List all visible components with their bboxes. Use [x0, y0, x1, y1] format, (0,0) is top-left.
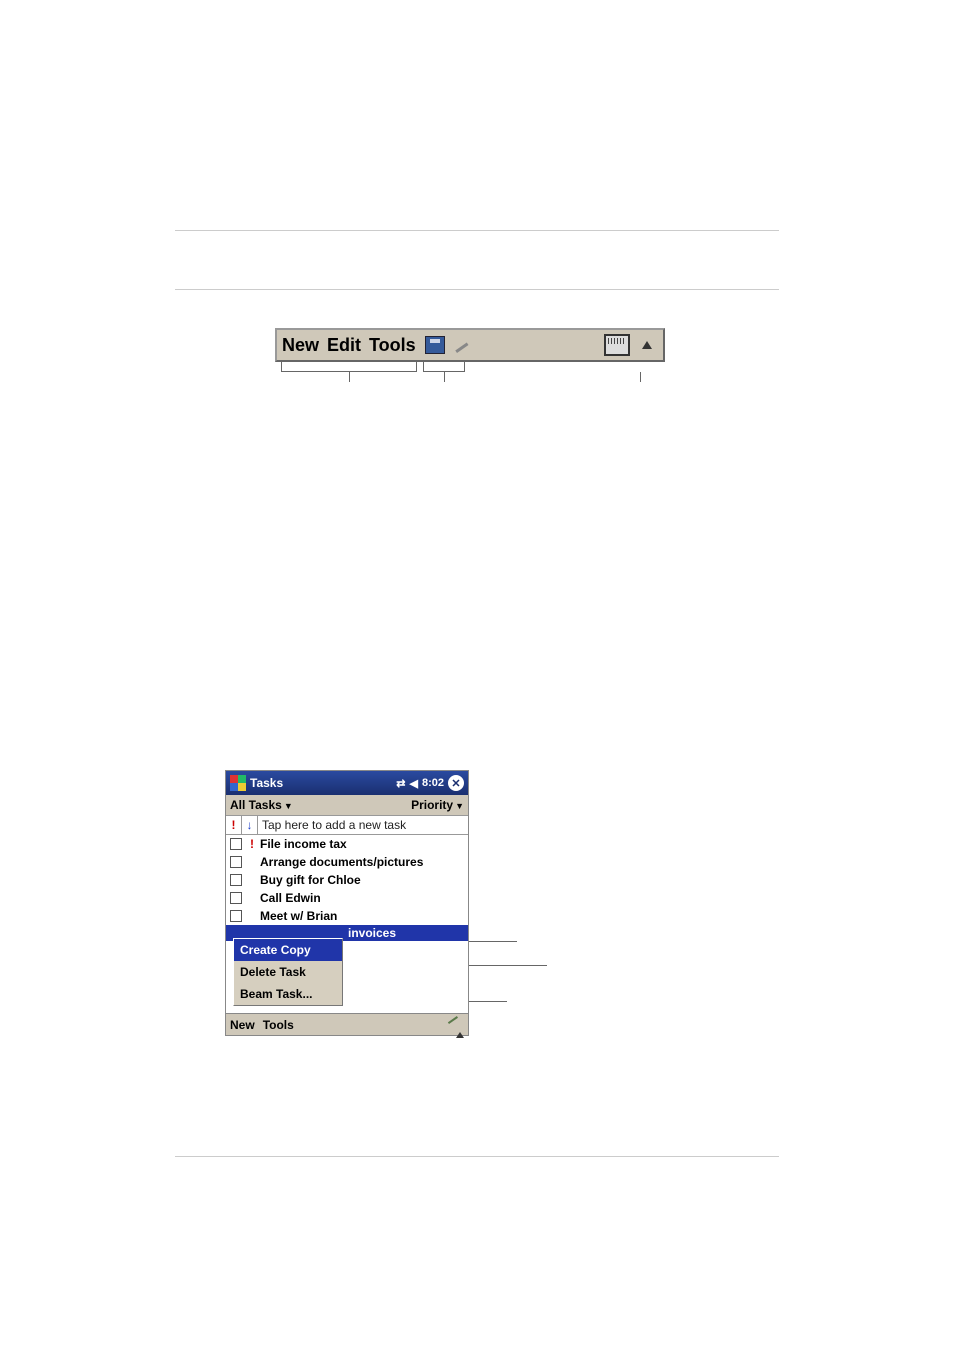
task-row[interactable]: Meet w/ Brian [226, 907, 468, 925]
menu-edit[interactable]: Edit [325, 335, 363, 356]
priority-high-icon: ! [246, 837, 258, 851]
task-label: Buy gift for Chloe [258, 873, 361, 887]
start-icon[interactable] [230, 775, 246, 791]
callout-line [469, 941, 517, 942]
context-menu: Create Copy Delete Task Beam Task... [233, 938, 343, 1006]
close-icon[interactable]: ✕ [448, 775, 464, 791]
filter-bar: All Tasks▼ Priority▼ [226, 795, 468, 815]
app-title: Tasks [250, 776, 283, 790]
menu-new[interactable]: New [280, 335, 321, 356]
menu-tools[interactable]: Tools [367, 335, 418, 356]
filter-sort[interactable]: Priority▼ [411, 798, 464, 812]
clock: 8:02 [422, 777, 444, 789]
task-label: Arrange documents/pictures [258, 855, 423, 869]
selected-task-tail: invoices [348, 926, 396, 940]
callout-brackets [275, 362, 665, 390]
save-icon[interactable] [422, 334, 448, 356]
connectivity-icon: ⇄ [396, 777, 405, 790]
ctx-beam-task[interactable]: Beam Task... [234, 983, 342, 1005]
pen-icon[interactable] [452, 334, 478, 356]
command-bar: New Edit Tools [275, 328, 665, 362]
ctx-delete-task[interactable]: Delete Task [234, 961, 342, 983]
input-panel-arrow-icon[interactable] [456, 1018, 464, 1032]
task-checkbox[interactable] [230, 892, 242, 904]
task-label: Meet w/ Brian [258, 909, 337, 923]
task-label: Call Edwin [258, 891, 321, 905]
pda-bottombar: New Tools [226, 1013, 468, 1035]
entry-hint: Tap here to add a new task [258, 818, 468, 832]
priority-low-icon[interactable]: ↓ [242, 816, 258, 834]
pda-titlebar: Tasks ⇄ ◀ 8:02 ✕ [226, 771, 468, 795]
task-label: File income tax [258, 837, 347, 851]
task-row[interactable]: Buy gift for Chloe [226, 871, 468, 889]
task-row[interactable]: Arrange documents/pictures [226, 853, 468, 871]
divider [175, 230, 779, 231]
task-list: ! File income tax Arrange documents/pict… [226, 835, 468, 925]
speaker-icon: ◀ [410, 777, 418, 790]
priority-high-icon[interactable]: ! [226, 816, 242, 834]
new-task-entry[interactable]: ! ↓ Tap here to add a new task [226, 815, 468, 835]
task-checkbox[interactable] [230, 838, 242, 850]
task-row[interactable]: Call Edwin [226, 889, 468, 907]
task-checkbox[interactable] [230, 874, 242, 886]
keyboard-icon[interactable] [604, 334, 630, 356]
bottom-menu-tools[interactable]: Tools [263, 1018, 294, 1032]
task-row[interactable]: ! File income tax [226, 835, 468, 853]
callout-line [469, 965, 547, 966]
task-checkbox[interactable] [230, 910, 242, 922]
bottom-menu-new[interactable]: New [230, 1018, 255, 1032]
ctx-create-copy[interactable]: Create Copy [234, 939, 342, 961]
divider [175, 1156, 779, 1157]
filter-category[interactable]: All Tasks▼ [230, 798, 293, 812]
task-checkbox[interactable] [230, 856, 242, 868]
input-panel-arrow-icon[interactable] [634, 334, 660, 356]
callout-line [469, 1001, 507, 1002]
